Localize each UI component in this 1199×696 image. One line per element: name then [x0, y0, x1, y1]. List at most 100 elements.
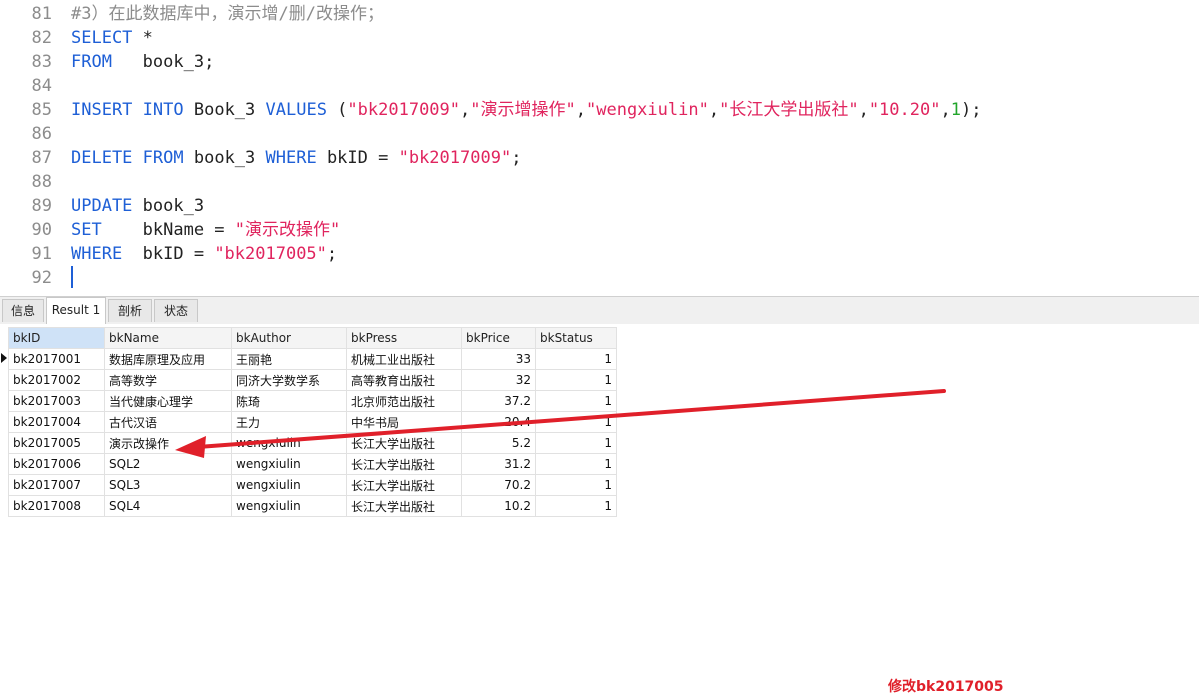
code-line[interactable]: 86: [0, 122, 1199, 146]
table-cell[interactable]: bk2017007: [8, 474, 105, 496]
table-cell[interactable]: 王力: [231, 411, 347, 433]
table-row[interactable]: bk2017002 高等数学 同济大学数学系 高等教育出版社 32 1: [8, 369, 617, 391]
code-line[interactable]: 89 UPDATE book_3: [0, 194, 1199, 218]
table-cell[interactable]: wengxiulin: [231, 495, 347, 517]
code-line[interactable]: 92: [0, 266, 1199, 290]
table-cell[interactable]: 中华书局: [346, 411, 462, 433]
line-number: 81: [31, 4, 52, 24]
tab-status[interactable]: 状态: [154, 299, 198, 322]
code-token: "演示增操作": [470, 100, 576, 120]
code-token: );: [960, 100, 982, 120]
table-row[interactable]: bk2017004 古代汉语 王力 中华书局 20.4 1: [8, 411, 617, 433]
code-token: 1: [950, 100, 961, 120]
table-cell[interactable]: 1: [535, 432, 617, 454]
line-number: 86: [31, 124, 52, 144]
table-cell[interactable]: 古代汉语: [104, 411, 232, 433]
table-cell[interactable]: 长江大学出版社: [346, 495, 462, 517]
table-cell[interactable]: 1: [535, 348, 617, 370]
table-cell[interactable]: 北京师范出版社: [346, 390, 462, 412]
sql-editor[interactable]: 81 #3）在此数据库中，演示增/删/改操作； 82 SELECT * 83 FROM b…: [0, 0, 1199, 295]
code-token: bkID =: [122, 244, 215, 264]
table-body: bk2017001 数据库原理及应用 王丽艳 机械工业出版社 33 1 bk2017002 高…: [8, 348, 617, 517]
code-token: ,: [940, 100, 951, 120]
header-row: bkID bkName bkAuthor bkPress bkPrice bkS…: [8, 327, 617, 349]
column-header-bkid[interactable]: bkID: [8, 327, 105, 349]
table-cell[interactable]: bk2017004: [8, 411, 105, 433]
table-row[interactable]: bk2017007 SQL3 wengxiulin 长江大学出版社 70.2 1: [8, 474, 617, 496]
table-cell[interactable]: wengxiulin: [231, 453, 347, 475]
code-token: ;: [511, 148, 522, 168]
table-cell[interactable]: 33: [461, 348, 536, 370]
table-cell[interactable]: 数据库原理及应用: [104, 348, 232, 370]
column-header-bkprice[interactable]: bkPrice: [461, 327, 536, 349]
table-cell[interactable]: wengxiulin: [231, 474, 347, 496]
table-cell[interactable]: 20.4: [461, 411, 536, 433]
column-header-bkpress[interactable]: bkPress: [346, 327, 462, 349]
code-token: "bk2017009": [347, 100, 461, 120]
table-cell[interactable]: SQL2: [104, 453, 232, 475]
line-number: 92: [31, 268, 52, 288]
code-line[interactable]: 85 INSERT INTO Book_3 VALUES ("bk2017009"…: [0, 98, 1199, 122]
code-line[interactable]: 87 DELETE FROM book_3 WHERE bkID = "bk201…: [0, 146, 1199, 170]
code-line[interactable]: 84: [0, 74, 1199, 98]
table-cell[interactable]: 1: [535, 369, 617, 391]
code-token: UPDATE: [71, 196, 133, 216]
table-row[interactable]: bk2017003 当代健康心理学 陈琦 北京师范出版社 37.2 1: [8, 390, 617, 412]
table-cell[interactable]: 1: [535, 390, 617, 412]
table-row[interactable]: bk2017005 演示改操作 wengxiulin 长江大学出版社 5.2 1: [8, 432, 617, 454]
table-cell[interactable]: bk2017006: [8, 453, 105, 475]
table-cell[interactable]: 高等教育出版社: [346, 369, 462, 391]
table-cell[interactable]: 长江大学出版社: [346, 474, 462, 496]
table-cell[interactable]: 32: [461, 369, 536, 391]
code-line[interactable]: 88: [0, 170, 1199, 194]
table-cell[interactable]: bk2017002: [8, 369, 105, 391]
code-line[interactable]: 83 FROM book_3;: [0, 50, 1199, 74]
table-cell[interactable]: SQL4: [104, 495, 232, 517]
table-cell[interactable]: 31.2: [461, 453, 536, 475]
table-row[interactable]: bk2017006 SQL2 wengxiulin 长江大学出版社 31.2 1: [8, 453, 617, 475]
table-cell[interactable]: 5.2: [461, 432, 536, 454]
code-token: ,: [708, 100, 720, 120]
table-row[interactable]: bk2017001 数据库原理及应用 王丽艳 机械工业出版社 33 1: [8, 348, 617, 370]
table-row[interactable]: bk2017008 SQL4 wengxiulin 长江大学出版社 10.2 1: [8, 495, 617, 517]
table-cell[interactable]: 机械工业出版社: [346, 348, 462, 370]
column-header-bkauthor[interactable]: bkAuthor: [231, 327, 347, 349]
table-cell[interactable]: 高等数学: [104, 369, 232, 391]
table-cell[interactable]: bk2017005: [8, 432, 105, 454]
code-line[interactable]: 91 WHERE bkID = "bk2017005";: [0, 242, 1199, 266]
code-token: ,: [460, 100, 471, 120]
tab-info[interactable]: 信息: [2, 299, 44, 322]
table-cell[interactable]: 陈琦: [231, 390, 347, 412]
table-cell[interactable]: 10.2: [461, 495, 536, 517]
table-cell[interactable]: 1: [535, 495, 617, 517]
table-cell[interactable]: 1: [535, 474, 617, 496]
code-token: bkID =: [316, 148, 399, 168]
table-cell[interactable]: wengxiulin: [231, 432, 347, 454]
tab-profile[interactable]: 剖析: [108, 299, 152, 322]
table-cell[interactable]: 长江大学出版社: [346, 432, 462, 454]
code-line[interactable]: 90 SET bkName = "演示改操作": [0, 218, 1199, 242]
column-header-bkstatus[interactable]: bkStatus: [535, 327, 617, 349]
tab-result-1[interactable]: Result 1: [46, 297, 106, 324]
table-cell[interactable]: 长江大学出版社: [346, 453, 462, 475]
table-cell[interactable]: 王丽艳: [231, 348, 347, 370]
result-table: bkID bkName bkAuthor bkPress bkPrice bkS…: [8, 327, 617, 517]
table-cell[interactable]: bk2017003: [8, 390, 105, 412]
table-cell[interactable]: 1: [535, 453, 617, 475]
code-line[interactable]: 82 SELECT *: [0, 26, 1199, 50]
table-cell[interactable]: 70.2: [461, 474, 536, 496]
table-cell[interactable]: 当代健康心理学: [104, 390, 232, 412]
table-cell[interactable]: bk2017001: [8, 348, 105, 370]
table-cell[interactable]: 同济大学数学系: [231, 369, 347, 391]
column-header-bkname[interactable]: bkName: [104, 327, 232, 349]
code-token: #3）在此数据库中，演示增/删/改操作；: [71, 4, 384, 24]
table-cell[interactable]: SQL3: [104, 474, 232, 496]
code-token: "10.20": [868, 100, 941, 120]
code-token: FROM: [142, 148, 184, 168]
code-line[interactable]: 81 #3）在此数据库中，演示增/删/改操作；: [0, 2, 1199, 26]
table-cell[interactable]: 1: [535, 411, 617, 433]
table-cell[interactable]: 演示改操作: [104, 432, 232, 454]
table-cell[interactable]: bk2017008: [8, 495, 105, 517]
code-text: WHERE bkID = "bk2017005";: [71, 242, 337, 266]
table-cell[interactable]: 37.2: [461, 390, 536, 412]
